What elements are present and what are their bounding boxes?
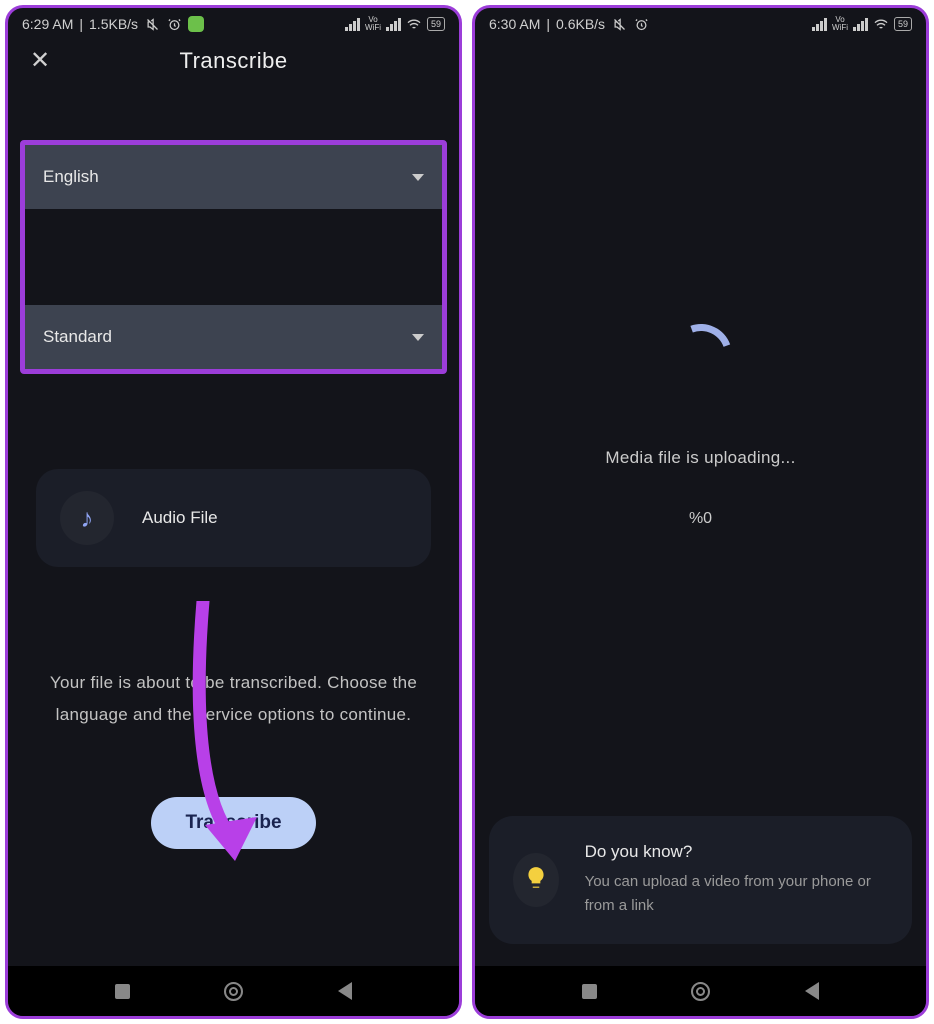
highlight-annotation: English Standard [20,140,447,374]
page-title: Transcribe [179,48,287,74]
tip-body: You can upload a video from your phone o… [585,870,888,918]
mode-dropdown[interactable]: Standard [25,305,442,369]
language-dropdown[interactable]: English [25,145,442,209]
spinner-icon [659,314,741,396]
alarm-icon [166,16,182,32]
signal-icon [812,18,827,31]
file-label: Audio File [142,508,218,528]
transcribe-button[interactable]: Transcribe [151,797,315,849]
signal-icon [345,18,360,31]
file-card[interactable]: ♪ Audio File [36,469,431,567]
upload-status-text: Media file is uploading... [605,448,795,468]
phone-screen-transcribe: 6:29 AM | 1.5KB/s VoWiFi 59 ✕ Transcribe [5,5,462,1019]
chevron-down-icon [412,174,424,181]
vowifi-icon: VoWiFi [832,16,848,32]
nav-home-icon[interactable] [224,982,243,1001]
nav-recents-icon[interactable] [582,984,597,999]
language-value: English [43,167,99,187]
mute-icon [144,16,160,32]
tip-card: Do you know? You can upload a video from… [489,816,912,944]
status-bar: 6:29 AM | 1.5KB/s VoWiFi 59 [8,8,459,36]
tip-title: Do you know? [585,842,888,862]
phone-screen-uploading: 6:30 AM | 0.6KB/s VoWiFi 59 Media file i… [472,5,929,1019]
nav-back-icon[interactable] [805,982,819,1000]
music-note-icon: ♪ [81,503,94,534]
nav-home-icon[interactable] [691,982,710,1001]
alarm-icon [633,16,649,32]
battery-indicator: 59 [427,17,445,31]
signal-icon-2 [386,18,401,31]
close-icon[interactable]: ✕ [30,46,50,75]
status-time: 6:29 AM [22,16,73,32]
nav-recents-icon[interactable] [115,984,130,999]
mute-icon [611,16,627,32]
status-net-speed: 0.6KB/s [556,16,605,32]
battery-indicator: 59 [894,17,912,31]
signal-icon-2 [853,18,868,31]
app-badge-icon [188,16,204,32]
audio-icon-wrapper: ♪ [60,491,114,545]
nav-back-icon[interactable] [338,982,352,1000]
info-text: Your file is about to be transcribed. Ch… [28,667,439,732]
status-net-speed: 1.5KB/s [89,16,138,32]
bulb-icon-wrapper [513,853,559,907]
status-time: 6:30 AM [489,16,540,32]
lightbulb-icon [523,865,549,896]
android-nav-bar [8,966,459,1016]
android-nav-bar [475,966,926,1016]
status-bar: 6:30 AM | 0.6KB/s VoWiFi 59 [475,8,926,36]
vowifi-icon: VoWiFi [365,16,381,32]
wifi-icon [873,16,889,32]
wifi-icon [406,16,422,32]
app-bar: ✕ Transcribe [8,36,459,95]
upload-percent: %0 [689,510,712,528]
mode-value: Standard [43,327,112,347]
chevron-down-icon [412,334,424,341]
uploading-section: Media file is uploading... %0 [475,36,926,816]
